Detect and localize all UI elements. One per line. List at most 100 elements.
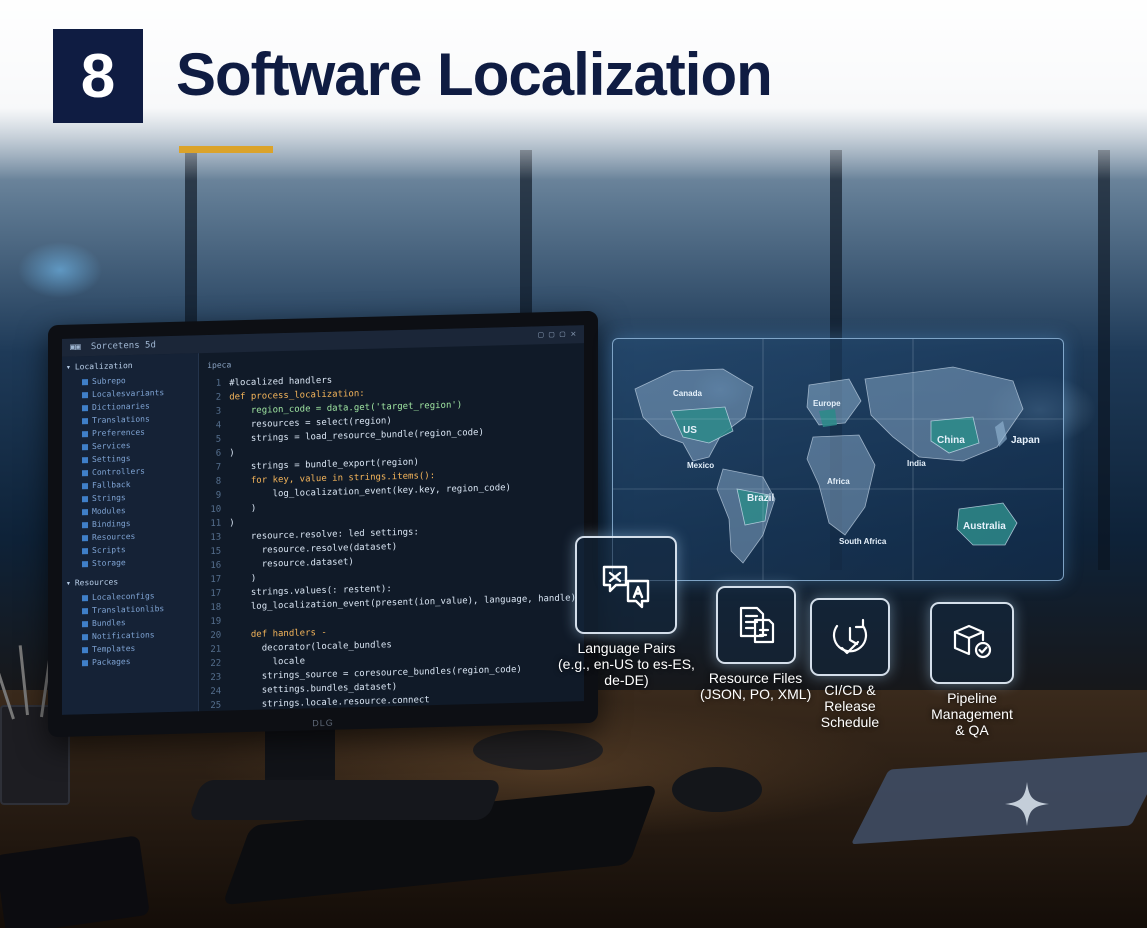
- feature-label-line: & QA: [955, 722, 989, 738]
- file-icon: [82, 482, 88, 489]
- monitor-screen: ▣▣ Sorcetens 5d ▢ ▢ ▢ ✕ ▾ Localization S…: [62, 325, 584, 715]
- mouse-pad: [473, 730, 603, 770]
- feature-label: CI/CD & Release Schedule: [821, 682, 879, 730]
- monitor: ▣▣ Sorcetens 5d ▢ ▢ ▢ ✕ ▾ Localization S…: [48, 310, 598, 738]
- feature-label: Pipeline Management & QA: [931, 690, 1013, 738]
- feature-label-line: Release: [824, 698, 876, 714]
- file-icon: [82, 417, 88, 424]
- map-country-label: China: [937, 435, 965, 446]
- map-country-label: India: [907, 459, 926, 468]
- line-number: 17: [210, 574, 222, 585]
- line-number: 18: [210, 602, 222, 613]
- map-country-label: Brazil: [747, 493, 775, 504]
- file-icon: [82, 391, 88, 398]
- line-number: 1: [215, 378, 222, 389]
- map-country-label: Canada: [673, 389, 702, 398]
- feature-label-line: Pipeline: [947, 690, 997, 706]
- file-icon: [82, 469, 88, 476]
- line-number: 13: [210, 532, 222, 543]
- map-country-label: Australia: [963, 521, 1006, 532]
- cicd-release-icon: [810, 598, 890, 676]
- language-pairs-icon: [575, 536, 678, 634]
- line-number: 9: [215, 490, 222, 501]
- file-icon: [82, 560, 88, 567]
- map-country-label: Mexico: [687, 461, 715, 470]
- line-number: 2: [215, 392, 222, 403]
- line-number: 3: [215, 406, 222, 417]
- line-number: 10: [210, 504, 222, 515]
- tree-item[interactable]: Storage: [66, 554, 194, 570]
- line-number: 20: [210, 630, 222, 641]
- tree-item[interactable]: Packages: [66, 653, 194, 669]
- line-number: 11: [210, 518, 222, 529]
- ide-logo-icon: ▣▣: [70, 342, 81, 353]
- tree-root-resources[interactable]: ▾ Resources: [66, 575, 194, 587]
- file-icon: [82, 659, 88, 666]
- line-number: 23: [210, 672, 222, 683]
- line-number: 5: [215, 434, 222, 445]
- file-icon: [82, 443, 88, 450]
- tree-root[interactable]: ▾ Localization: [66, 359, 194, 372]
- monitor-stand-base: [187, 780, 503, 820]
- ide-window-title: Sorcetens 5d: [90, 340, 156, 353]
- file-icon: [82, 521, 88, 528]
- code-editor[interactable]: ipeca 1 #localized handlers 2 def process_l…: [199, 343, 584, 716]
- file-icon: [82, 378, 88, 385]
- feature-label: Resource Files (JSON, PO, XML): [700, 670, 811, 702]
- line-number: 17: [210, 588, 222, 599]
- file-icon: [82, 534, 88, 541]
- page-title: Software Localization: [176, 41, 773, 108]
- line-number: 7: [215, 462, 222, 473]
- map-country-label: Japan: [1011, 435, 1040, 446]
- feature-language-pairs: Language Pairs (e.g., en-US to es-ES, de-D…: [558, 536, 695, 688]
- file-icon: [82, 508, 88, 515]
- feature-label-line: (e.g., en-US to es-ES,: [558, 656, 695, 672]
- pipeline-management-icon: [930, 602, 1014, 684]
- folder-icon: ▾: [66, 362, 71, 372]
- line-number: 16: [210, 560, 222, 571]
- feature-label: Language Pairs (e.g., en-US to es-ES, de-D…: [558, 640, 695, 688]
- feature-label-line: (JSON, PO, XML): [700, 686, 812, 702]
- feature-cicd-release: CI/CD & Release Schedule: [810, 598, 890, 730]
- file-icon: [82, 646, 88, 653]
- code-text: ): [229, 573, 257, 585]
- feature-label-line: de-DE): [604, 672, 649, 688]
- window-controls-icon[interactable]: ▢ ▢ ▢ ✕: [538, 329, 584, 340]
- title-underline: [179, 146, 273, 153]
- code-text: ): [229, 503, 257, 515]
- line-number: 21: [210, 644, 222, 655]
- map-country-label: Europe: [813, 399, 841, 408]
- file-icon: [82, 620, 88, 627]
- folder-icon: ▾: [66, 578, 71, 588]
- line-number: 24: [210, 686, 222, 697]
- line-number: 25: [210, 700, 222, 711]
- line-number: 8: [215, 476, 222, 487]
- feature-label-line: CI/CD &: [824, 682, 876, 698]
- file-icon: [82, 404, 88, 411]
- file-icon: [82, 547, 88, 554]
- section-number-badge: 8: [53, 29, 143, 123]
- feature-label-line: Resource Files: [708, 670, 803, 686]
- feature-resource-files: Resource Files (JSON, PO, XML): [700, 586, 811, 702]
- mouse: [672, 767, 762, 812]
- feature-label-line: Schedule: [820, 714, 880, 730]
- line-number: 4: [215, 420, 222, 431]
- file-icon: [82, 594, 88, 601]
- map-country-label: US: [683, 425, 697, 436]
- ide-file-tree: ▾ Localization Subrepo Localesvariants Dic…: [62, 353, 200, 715]
- file-icon: [82, 607, 88, 614]
- map-country-label: Africa: [827, 477, 850, 486]
- sparkle-icon: [1005, 782, 1049, 826]
- window-frame: [1098, 150, 1110, 570]
- line-number: 6: [215, 448, 222, 459]
- line-number: 22: [210, 658, 222, 669]
- file-icon: [82, 456, 88, 463]
- line-number: 15: [210, 546, 222, 557]
- line-number: 19: [210, 616, 222, 627]
- line-number: 26: [207, 712, 229, 716]
- file-icon: [82, 633, 88, 640]
- feature-label-line: Language Pairs: [577, 640, 676, 656]
- file-icon: [82, 430, 88, 437]
- resource-files-icon: [715, 586, 796, 664]
- feature-label-line: Management: [931, 706, 1013, 722]
